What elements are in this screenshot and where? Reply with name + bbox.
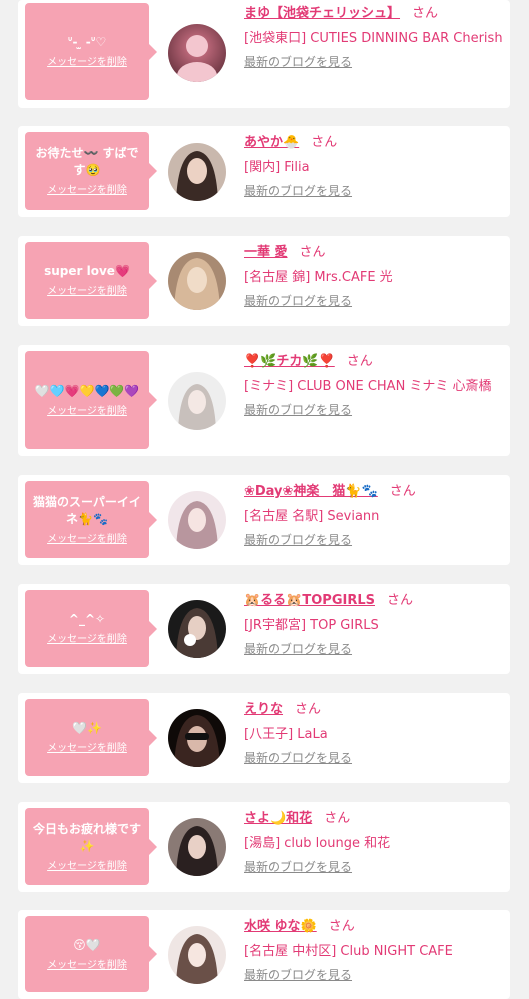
message-text: お待たせ〰️ すばです🥹 (35, 146, 139, 177)
avatar[interactable] (168, 926, 226, 984)
item-info: 水咲 ゆな🌼 さん [名古屋 中村区] Club NIGHT CAFE 最新のブロ… (244, 918, 506, 983)
honorific: さん (346, 354, 373, 369)
honorific: さん (412, 6, 439, 21)
avatar[interactable] (168, 143, 226, 201)
delete-message-link[interactable]: メッセージを削除 (47, 406, 127, 418)
message-text: ^_^✧ (68, 612, 106, 626)
avatar[interactable] (168, 491, 226, 549)
cast-name-link[interactable]: まゆ【池袋チェリッシュ】 (244, 6, 400, 21)
latest-blog-link[interactable]: 最新のブログを見る (244, 292, 352, 309)
honorific: さん (386, 593, 413, 608)
item-info: ❀Day❀神楽 猫🐈🐾 さん [名古屋 名駅] Seviann 最新のブログを見る (244, 483, 506, 548)
avatar[interactable] (168, 818, 226, 876)
item-info: まゆ【池袋チェリッシュ】 さん [池袋東口] CUTIES DINNING BAR… (244, 5, 506, 70)
honorific: さん (328, 919, 355, 934)
shop-name: [池袋東口] CUTIES DINNING BAR Cherish (244, 31, 503, 46)
cast-name-link[interactable]: えりな (244, 702, 283, 717)
honorific: さん (324, 811, 351, 826)
item-info: あやか🐣 さん [関内] Filia 最新のブログを見る (244, 134, 506, 199)
message-text: super love💗 (44, 264, 130, 278)
item-info: えりな さん [八王子] LaLa 最新のブログを見る (244, 701, 506, 766)
shop-name: [八王子] LaLa (244, 727, 328, 742)
cast-name-link[interactable]: 水咲 ゆな🌼 (244, 919, 317, 934)
cast-name-link[interactable]: あやか🐣 (244, 135, 299, 150)
shop-name: [JR宇都宮] TOP GIRLS (244, 618, 379, 633)
latest-blog-link[interactable]: 最新のブログを見る (244, 858, 352, 875)
list-item: 今日もお疲れ様です✨ メッセージを削除 さよ🌙和花 さん [湯島] club lo… (18, 802, 510, 892)
message-text: 😚🤍 (73, 937, 101, 952)
cast-name-link[interactable]: ❀Day❀神楽 猫🐈🐾 (244, 484, 378, 499)
cast-name-link[interactable]: さよ🌙和花 (244, 811, 312, 826)
message-bubble: お待たせ〰️ すばです🥹 メッセージを削除 (25, 132, 157, 210)
avatar[interactable] (168, 709, 226, 767)
latest-blog-link[interactable]: 最新のブログを見る (244, 966, 352, 983)
latest-blog-link[interactable]: 最新のブログを見る (244, 401, 352, 418)
message-bubble: 今日もお疲れ様です✨ メッセージを削除 (25, 808, 157, 885)
delete-message-link[interactable]: メッセージを削除 (47, 286, 127, 298)
avatar[interactable] (168, 372, 226, 430)
honorific: さん (299, 245, 326, 260)
list-item: 🤍🩵💗💛💙💚💜 メッセージを削除 ❣️🌿チカ🌿❣️ さん [ミナミ] CLUB O… (18, 345, 510, 456)
message-bubble: 😚🤍 メッセージを削除 (25, 916, 157, 992)
shop-name: [関内] Filia (244, 160, 310, 175)
message-bubble: 🤍✨ メッセージを削除 (25, 699, 157, 776)
delete-message-link[interactable]: メッセージを削除 (47, 57, 127, 69)
message-bubble: 猫猫のスーパーイイネ🐈🐾 メッセージを削除 (25, 481, 157, 558)
shop-name: [名古屋 中村区] Club NIGHT CAFE (244, 944, 453, 959)
message-text: 🤍🩵💗💛💙💚💜 (34, 383, 140, 398)
honorific: さん (389, 484, 416, 499)
message-text: 🤍✨ (72, 721, 102, 735)
list-item: 猫猫のスーパーイイネ🐈🐾 メッセージを削除 ❀Day❀神楽 猫🐈🐾 さん [名古屋… (18, 475, 510, 565)
shop-name: [名古屋 錦] Mrs.CAFE 光 (244, 270, 393, 285)
cast-name-link[interactable]: 🐹るる🐹TOPGIRLS (244, 593, 375, 608)
message-bubble: super love💗 メッセージを削除 (25, 242, 157, 319)
item-info: さよ🌙和花 さん [湯島] club lounge 和花 最新のブログを見る (244, 810, 506, 875)
avatar[interactable] (168, 24, 226, 82)
honorific: さん (295, 702, 322, 717)
avatar[interactable] (168, 600, 226, 658)
delete-message-link[interactable]: メッセージを削除 (47, 634, 127, 646)
item-info: 一華 愛さん [名古屋 錦] Mrs.CAFE 光 最新のブログを見る (244, 244, 506, 309)
message-bubble: ^_^✧ メッセージを削除 (25, 590, 157, 667)
item-info: ❣️🌿チカ🌿❣️ さん [ミナミ] CLUB ONE CHAN ミナミ 心斎橋 最… (244, 353, 506, 418)
cast-name-link[interactable]: 一華 愛 (244, 245, 288, 260)
latest-blog-link[interactable]: 最新のブログを見る (244, 53, 352, 70)
latest-blog-link[interactable]: 最新のブログを見る (244, 531, 352, 548)
message-text: ᐡ- ̫ -ᐡ♡ (67, 35, 107, 49)
list-item: お待たせ〰️ すばです🥹 メッセージを削除 あやか🐣 さん [関内] Filia … (18, 126, 510, 217)
message-text: 猫猫のスーパーイイネ🐈🐾 (33, 494, 141, 526)
latest-blog-link[interactable]: 最新のブログを見る (244, 640, 352, 657)
shop-name: [ミナミ] CLUB ONE CHAN ミナミ 心斎橋 (244, 379, 492, 394)
shop-name: [名古屋 名駅] Seviann (244, 509, 380, 524)
latest-blog-link[interactable]: 最新のブログを見る (244, 749, 352, 766)
delete-message-link[interactable]: メッセージを削除 (47, 960, 127, 972)
list-item: ^_^✧ メッセージを削除 🐹るる🐹TOPGIRLS さん [JR宇都宮] TOP… (18, 584, 510, 674)
shop-name: [湯島] club lounge 和花 (244, 836, 391, 851)
cast-name-link[interactable]: ❣️🌿チカ🌿❣️ (244, 354, 335, 369)
message-bubble: ᐡ- ̫ -ᐡ♡ メッセージを削除 (25, 3, 157, 100)
delete-message-link[interactable]: メッセージを削除 (47, 534, 127, 546)
latest-blog-link[interactable]: 最新のブログを見る (244, 182, 352, 199)
delete-message-link[interactable]: メッセージを削除 (47, 185, 127, 197)
message-bubble: 🤍🩵💗💛💙💚💜 メッセージを削除 (25, 351, 157, 449)
delete-message-link[interactable]: メッセージを削除 (47, 861, 127, 873)
list-item: 😚🤍 メッセージを削除 水咲 ゆな🌼 さん [名古屋 中村区] Club NIGH… (18, 910, 510, 999)
item-info: 🐹るる🐹TOPGIRLS さん [JR宇都宮] TOP GIRLS 最新のブログを… (244, 592, 506, 657)
list-item: ᐡ- ̫ -ᐡ♡ メッセージを削除 まゆ【池袋チェリッシュ】 さん [池袋東口] … (18, 0, 510, 108)
list-item: 🤍✨ メッセージを削除 えりな さん [八王子] LaLa 最新のブログを見る (18, 693, 510, 783)
message-text: 今日もお疲れ様です✨ (32, 821, 141, 853)
honorific: さん (311, 135, 338, 150)
list-item: super love💗 メッセージを削除 一華 愛さん [名古屋 錦] Mrs.… (18, 236, 510, 326)
delete-message-link[interactable]: メッセージを削除 (47, 743, 127, 755)
avatar[interactable] (168, 252, 226, 310)
